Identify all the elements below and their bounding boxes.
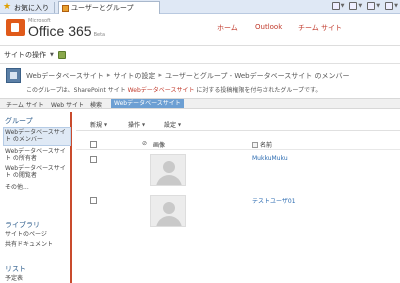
breadcrumb-separator: ▸ bbox=[158, 71, 162, 79]
description-suffix: に対する投稿権限を付与されたグループです。 bbox=[194, 87, 322, 94]
nav-home[interactable]: ホーム bbox=[217, 23, 238, 33]
libraries-heading[interactable]: ライブラリ bbox=[5, 220, 40, 230]
favorites-button[interactable]: ★ お気に入り bbox=[3, 2, 49, 13]
user-name-link[interactable]: MukkuMuku bbox=[252, 155, 288, 162]
name-column-icon bbox=[252, 142, 258, 148]
new-menu[interactable]: 新規 ▼ bbox=[90, 120, 107, 129]
chevron-down-icon[interactable]: ▼ bbox=[50, 52, 54, 58]
description-prefix: このグループは、SharePoint サイト bbox=[26, 87, 128, 94]
group-owners[interactable]: Webデータベースサイト の所有者 bbox=[5, 148, 69, 162]
description-site-link[interactable]: Webデータベースサイト bbox=[128, 87, 195, 94]
avatar-head bbox=[163, 161, 175, 173]
print-tool[interactable]: ▼ bbox=[385, 2, 398, 10]
tab-title: ユーザーとグループ bbox=[71, 4, 134, 12]
settings-menu[interactable]: 設定 ▼ bbox=[164, 120, 181, 129]
column-name[interactable]: 名前 bbox=[260, 140, 272, 149]
user-avatar bbox=[150, 154, 186, 186]
office365-nav: ホーム Outlook チーム サイト bbox=[0, 23, 400, 35]
user-name-link[interactable]: テストユーザ01 bbox=[252, 196, 296, 205]
actions-menu-label: 操作 bbox=[128, 122, 141, 129]
user-avatar bbox=[150, 195, 186, 227]
groups-heading[interactable]: グループ bbox=[5, 116, 33, 126]
chevron-down-icon: ▼ bbox=[178, 122, 182, 127]
favorites-separator bbox=[54, 2, 55, 13]
chevron-down-icon: ▼ bbox=[376, 3, 381, 9]
header-separator bbox=[76, 149, 400, 150]
favorites-label: お気に入り bbox=[14, 3, 49, 12]
nav-team-site[interactable]: チーム サイト bbox=[298, 23, 342, 33]
attachment-icon: ⊘ bbox=[142, 140, 148, 147]
chevron-down-icon: ▼ bbox=[340, 3, 345, 9]
avatar-body bbox=[156, 175, 182, 185]
site-icon bbox=[6, 68, 21, 83]
header-divider bbox=[0, 45, 400, 46]
mail-tool[interactable]: ▼ bbox=[367, 2, 380, 10]
settings-menu-label: 設定 bbox=[164, 122, 177, 129]
chevron-down-icon: ▼ bbox=[104, 122, 108, 127]
linkbar-team-site[interactable]: チーム サイト bbox=[6, 100, 44, 109]
list-calendar[interactable]: 予定表 bbox=[5, 275, 69, 282]
actions-menu[interactable]: 操作 ▼ bbox=[128, 120, 145, 129]
site-actions-menu[interactable]: サイトの操作 bbox=[4, 50, 46, 60]
lists-heading[interactable]: リスト bbox=[5, 264, 26, 274]
top-link-bar: チーム サイト Web サイト 検索 Webデータベースサイト bbox=[0, 98, 400, 109]
star-icon: ★ bbox=[3, 2, 12, 12]
browser-tools: ▼ ▼ ▼ ▼ bbox=[331, 2, 398, 10]
breadcrumb-site[interactable]: Webデータベースサイト bbox=[26, 71, 104, 81]
group-members[interactable]: Webデータベースサイト のメンバー bbox=[5, 129, 69, 143]
members-list: ⊘ 画像 名前 MukkuMuku テストユーザ01 bbox=[76, 136, 400, 283]
site-actions-bar: サイトの操作 ▼ bbox=[0, 49, 66, 61]
office365-header: Microsoft Office 365 Beta ホーム Outlook チーム… bbox=[0, 14, 400, 46]
feeds-tool[interactable]: ▼ bbox=[349, 2, 362, 10]
library-shared-documents[interactable]: 共有ドキュメント bbox=[5, 241, 69, 248]
group-visitors[interactable]: Webデータベースサイト の閲覧者 bbox=[5, 165, 69, 179]
linkbar-webdb-site[interactable]: Webデータベースサイト bbox=[111, 99, 184, 108]
navigate-up-icon[interactable] bbox=[57, 51, 66, 59]
row-checkbox[interactable] bbox=[90, 197, 97, 204]
group-more[interactable]: その他... bbox=[5, 184, 69, 191]
select-all-checkbox[interactable] bbox=[90, 141, 97, 148]
list-toolbar: 新規 ▼ 操作 ▼ 設定 ▼ bbox=[76, 115, 400, 131]
avatar-head bbox=[163, 202, 175, 214]
home-icon bbox=[331, 2, 340, 10]
feed-icon bbox=[349, 2, 358, 10]
chevron-down-icon: ▼ bbox=[394, 3, 398, 9]
chevron-down-icon: ▼ bbox=[142, 122, 146, 127]
nav-outlook[interactable]: Outlook bbox=[255, 23, 282, 31]
browser-tab[interactable]: ユーザーとグループ bbox=[58, 1, 160, 14]
linkbar-web-site[interactable]: Web サイト bbox=[51, 100, 84, 109]
breadcrumb-settings[interactable]: サイトの設定 bbox=[113, 71, 155, 81]
mail-icon bbox=[367, 2, 376, 10]
chevron-down-icon: ▼ bbox=[358, 3, 363, 9]
breadcrumb-current: ユーザーとグループ - Webデータベースサイト のメンバー bbox=[164, 72, 350, 80]
breadcrumb: Webデータベースサイト ▸ サイトの設定 ▸ ユーザーとグループ - Webデ… bbox=[26, 71, 350, 81]
row-checkbox[interactable] bbox=[90, 156, 97, 163]
breadcrumb-separator: ▸ bbox=[106, 71, 111, 79]
quick-launch: グループ Webデータベースサイト のメンバー Webデータベースサイト の所有… bbox=[0, 112, 72, 283]
linkbar-search[interactable]: 検索 bbox=[90, 100, 102, 109]
new-menu-label: 新規 bbox=[90, 122, 103, 129]
print-icon bbox=[385, 2, 394, 10]
browser-favorites-bar: ★ お気に入り ユーザーとグループ ▼ ▼ ▼ ▼ bbox=[0, 0, 400, 14]
page-description: このグループは、SharePoint サイト Webデータベースサイト に対する… bbox=[26, 85, 321, 94]
page-icon bbox=[62, 4, 69, 12]
avatar-body bbox=[156, 216, 182, 226]
column-picture[interactable]: 画像 bbox=[153, 140, 165, 149]
title-area: Webデータベースサイト ▸ サイトの設定 ▸ ユーザーとグループ - Webデ… bbox=[0, 64, 400, 98]
home-tool[interactable]: ▼ bbox=[331, 2, 345, 10]
library-site-pages[interactable]: サイトのページ bbox=[5, 231, 69, 238]
